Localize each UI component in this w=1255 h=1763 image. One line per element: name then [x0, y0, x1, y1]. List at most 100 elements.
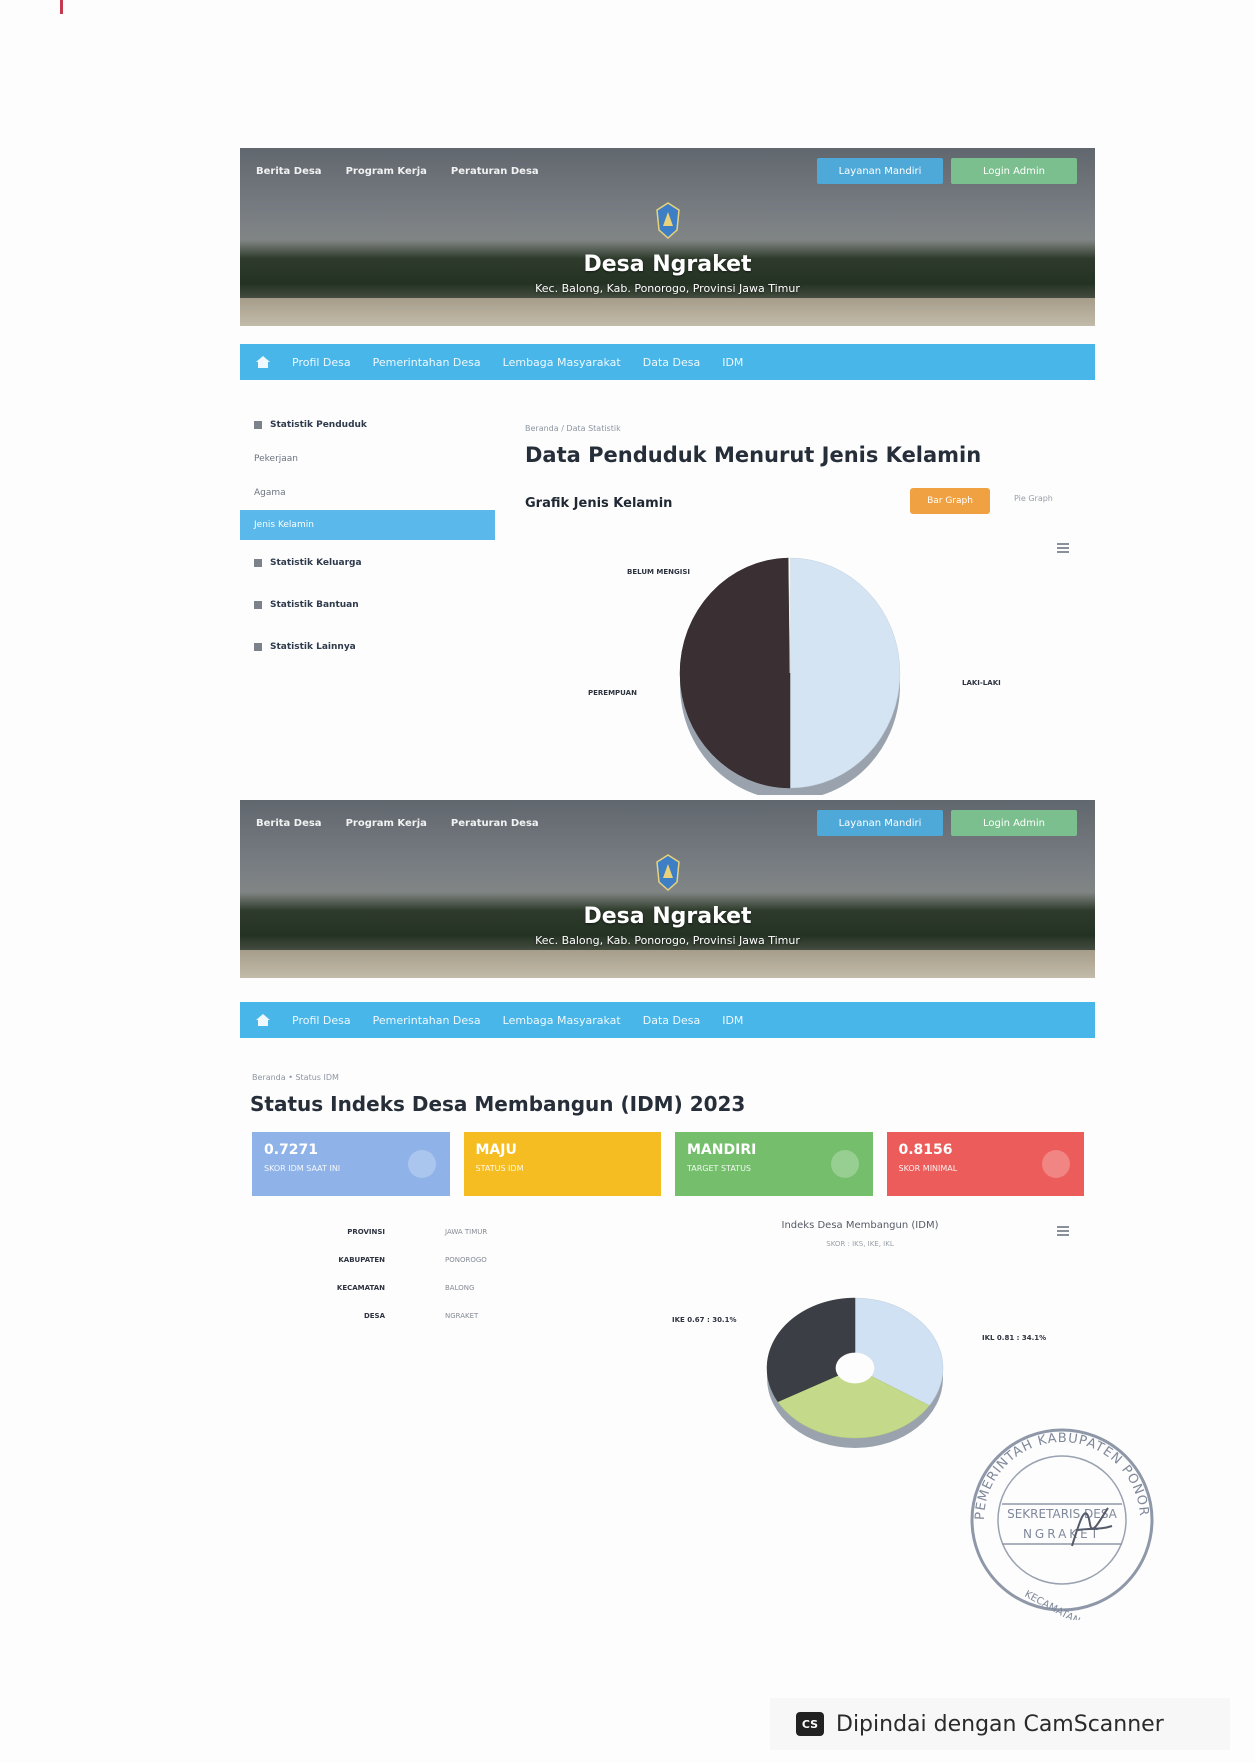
idm-pie-label-ikl: IKL 0.81 : 34.1%	[982, 1334, 1047, 1342]
nav-data-desa[interactable]: Data Desa	[643, 356, 700, 369]
top-nav: Berita Desa Program Kerja Peraturan Desa	[256, 166, 539, 177]
camscanner-text: Dipindai dengan CamScanner	[836, 1711, 1164, 1737]
main-nav-2: Profil Desa Pemerintahan Desa Lembaga Ma…	[240, 1002, 1095, 1038]
info-key: KECAMATAN	[336, 1284, 385, 1292]
camscanner-logo-icon: CS	[796, 1712, 824, 1736]
nav-lembaga-masyarakat[interactable]: Lembaga Masyarakat	[503, 356, 621, 369]
sidebar-item-label: Jenis Kelamin	[254, 520, 314, 530]
nav-idm[interactable]: IDM	[722, 356, 743, 369]
nav-program-kerja[interactable]: Program Kerja	[346, 166, 427, 177]
chart-icon	[254, 643, 262, 651]
nav-profil-desa[interactable]: Profil Desa	[292, 1014, 351, 1027]
official-stamp: PEMERINTAH KABUPATEN PONOROGO SEKRETARIS…	[962, 1420, 1154, 1620]
sidebar-item-statistik-penduduk[interactable]: Statistik Penduduk	[240, 408, 495, 442]
site-title: Desa Ngraket	[583, 904, 752, 929]
pie-label-laki-laki: LAKI-LAKI	[962, 679, 1001, 687]
table-row: KABUPATEN PONOROGO	[285, 1246, 487, 1274]
card-label: STATUS IDM	[475, 1164, 524, 1173]
svg-text:PEMERINTAH KABUPATEN PONOROGO: PEMERINTAH KABUPATEN PONOROGO	[962, 1420, 1151, 1520]
banner-ground	[240, 950, 1095, 978]
idm-target-card: MANDIRI TARGET STATUS	[675, 1132, 873, 1196]
layanan-mandiri-button[interactable]: Layanan Mandiri	[817, 810, 943, 836]
idm-score-card: 0.7271 SKOR IDM SAAT INI	[252, 1132, 450, 1196]
nav-peraturan-desa[interactable]: Peraturan Desa	[451, 166, 539, 177]
chart-icon	[254, 601, 262, 609]
pie-hole	[835, 1352, 875, 1384]
sidebar-item-label: Statistik Bantuan	[270, 600, 359, 610]
idm-page-title: Status Indeks Desa Membangun (IDM) 2023	[250, 1092, 746, 1116]
sidebar-item-label: Statistik Penduduk	[270, 420, 367, 430]
layanan-mandiri-button[interactable]: Layanan Mandiri	[817, 158, 943, 184]
info-key: PROVINSI	[347, 1228, 385, 1236]
nav-program-kerja[interactable]: Program Kerja	[346, 818, 427, 829]
home-icon[interactable]	[256, 356, 270, 368]
banner-ground	[240, 298, 1095, 326]
chart-icon	[254, 421, 262, 429]
site-header-banner-2: Berita Desa Program Kerja Peraturan Desa…	[240, 800, 1095, 978]
sidebar-item-statistik-lainnya[interactable]: Statistik Lainnya	[240, 630, 495, 664]
sidebar-item-statistik-bantuan[interactable]: Statistik Bantuan	[240, 588, 495, 622]
sidebar-item-pekerjaan[interactable]: Pekerjaan	[240, 442, 495, 476]
info-value: NGRAKET	[445, 1312, 479, 1320]
pie-label-belum-mengisi: BELUM MENGISI	[627, 568, 691, 576]
site-subtitle: Kec. Balong, Kab. Ponorogo, Provinsi Jaw…	[535, 934, 800, 947]
idm-chart-subtitle: SKOR : IKS, IKE, IKL	[826, 1240, 894, 1248]
scanned-page: Berita Desa Program Kerja Peraturan Desa…	[0, 0, 1255, 1763]
nav-peraturan-desa[interactable]: Peraturan Desa	[451, 818, 539, 829]
table-row: DESA NGRAKET	[285, 1302, 487, 1330]
sidebar-item-label: Statistik Keluarga	[270, 558, 362, 568]
top-nav: Berita Desa Program Kerja Peraturan Desa	[256, 818, 539, 829]
card-icon	[407, 1150, 436, 1178]
idm-cards: 0.7271 SKOR IDM SAAT INI MAJU STATUS IDM…	[252, 1132, 1084, 1196]
sidebar-item-label: Statistik Lainnya	[270, 642, 356, 652]
site-title: Desa Ngraket	[583, 252, 752, 277]
info-value: BALONG	[445, 1284, 475, 1292]
site-header-banner: Berita Desa Program Kerja Peraturan Desa…	[240, 148, 1095, 326]
sidebar-item-agama[interactable]: Agama	[240, 476, 495, 510]
table-row: PROVINSI JAWA TIMUR	[285, 1218, 487, 1246]
site-subtitle: Kec. Balong, Kab. Ponorogo, Provinsi Jaw…	[535, 282, 800, 295]
nav-profil-desa[interactable]: Profil Desa	[292, 356, 351, 369]
pie-label-perempuan: PEREMPUAN	[588, 689, 637, 697]
bar-graph-button[interactable]: Bar Graph	[910, 488, 990, 514]
chart-heading: Grafik Jenis Kelamin	[525, 496, 673, 511]
login-admin-button[interactable]: Login Admin	[951, 158, 1077, 184]
info-value: PONOROGO	[445, 1256, 487, 1264]
pie-slice-perempuan	[679, 557, 791, 789]
info-value: JAWA TIMUR	[445, 1228, 488, 1236]
sidebar-item-label: Agama	[254, 488, 286, 498]
sidebar-item-jenis-kelamin[interactable]: Jenis Kelamin	[240, 510, 495, 540]
nav-idm[interactable]: IDM	[722, 1014, 743, 1027]
nav-pemerintahan-desa[interactable]: Pemerintahan Desa	[373, 356, 481, 369]
chart-menu-icon[interactable]	[1057, 543, 1069, 553]
chart-menu-icon[interactable]	[1057, 1226, 1069, 1236]
idm-info-table: PROVINSI JAWA TIMUR KABUPATEN PONOROGO K…	[285, 1218, 487, 1330]
idm-status-card: MAJU STATUS IDM	[463, 1132, 661, 1196]
card-icon	[1042, 1150, 1070, 1178]
home-icon[interactable]	[256, 1014, 270, 1026]
nav-lembaga-masyarakat[interactable]: Lembaga Masyarakat	[503, 1014, 621, 1027]
idm-pie-label-ike: IKE 0.67 : 30.1%	[672, 1316, 737, 1324]
nav-berita-desa[interactable]: Berita Desa	[256, 818, 322, 829]
village-logo-icon	[655, 854, 680, 892]
nav-berita-desa[interactable]: Berita Desa	[256, 166, 322, 177]
info-key: KABUPATEN	[338, 1256, 385, 1264]
pie-slice-laki-laki	[789, 557, 901, 789]
idm-min-score-card: 0.8156 SKOR MINIMAL	[886, 1132, 1084, 1196]
sidebar-item-statistik-keluarga[interactable]: Statistik Keluarga	[240, 546, 495, 580]
nav-pemerintahan-desa[interactable]: Pemerintahan Desa	[373, 1014, 481, 1027]
card-icon	[830, 1150, 859, 1178]
info-key: DESA	[363, 1312, 385, 1320]
gender-pie-chart	[679, 557, 901, 795]
sidebar-item-label: Pekerjaan	[254, 454, 299, 464]
pie-graph-button[interactable]: Pie Graph	[1014, 494, 1053, 503]
login-admin-button[interactable]: Login Admin	[951, 810, 1077, 836]
main-nav: Profil Desa Pemerintahan Desa Lembaga Ma…	[240, 344, 1095, 380]
breadcrumb-2: Beranda • Status IDM	[252, 1073, 339, 1082]
chart-icon	[254, 559, 262, 567]
page-mark	[60, 0, 63, 14]
nav-data-desa[interactable]: Data Desa	[643, 1014, 700, 1027]
table-row: KECAMATAN BALONG	[285, 1274, 487, 1302]
page-title: Data Penduduk Menurut Jenis Kelamin	[525, 443, 982, 467]
breadcrumb: Beranda / Data Statistik	[525, 424, 621, 433]
